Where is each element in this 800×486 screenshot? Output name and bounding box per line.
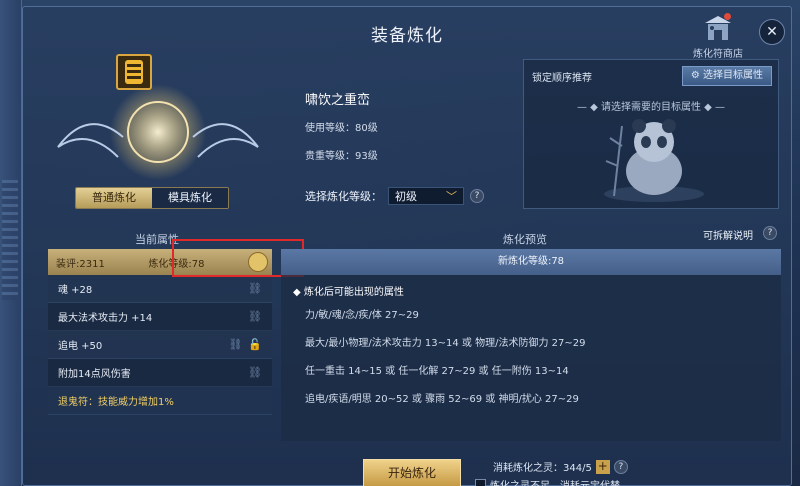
item-name: 啸饮之重峦: [305, 93, 371, 108]
attr-text: 退鬼符：技能威力增加1%: [58, 397, 174, 408]
attr-row: 最大法术攻击力 +14 ⛓: [48, 303, 272, 331]
refine-panel: 装备炼化 炼化符商店 ✕ 普通炼化 模具炼化 啸饮之重峦 使用等级：80级 贵重…: [22, 6, 792, 486]
lock-icon[interactable]: 🔓: [248, 338, 262, 351]
shop-icon: [701, 13, 735, 43]
attr-row: 附加14点风伤害 ⛓: [48, 359, 272, 387]
item-value-level: 贵重等级：93级: [305, 151, 378, 162]
shop-label: 炼化符商店: [693, 49, 743, 60]
score-value: 装评:2311: [56, 258, 105, 270]
level-dropdown[interactable]: 初级 ﹀: [388, 187, 464, 205]
possible-attr-line: 追电/疾语/明思 20~52 或 骤雨 52~69 或 神明/扰心 27~29: [305, 394, 579, 405]
chevron-down-icon: ﹀: [446, 190, 457, 203]
attr-row: 魂 +28 ⛓: [48, 275, 272, 303]
add-icon[interactable]: +: [595, 459, 610, 474]
start-refine-button[interactable]: 开始炼化: [363, 459, 461, 486]
explain-link[interactable]: 可拆解说明: [703, 227, 753, 242]
explain-help-icon[interactable]: ?: [763, 226, 777, 240]
target-attribute-box: 锁定顺序推荐 ⚙ 选择目标属性 — ◆ 请选择需要的目标属性 ◆ —: [523, 59, 779, 209]
substitute-checkbox[interactable]: [475, 479, 486, 486]
refine-shop-button[interactable]: 炼化符商店: [683, 13, 753, 60]
help-icon[interactable]: ?: [470, 189, 484, 203]
attr-text: 最大法术攻击力 +14: [58, 313, 153, 324]
cost-help-icon[interactable]: ?: [613, 459, 628, 474]
page-title: 装备炼化: [371, 26, 443, 46]
possible-attr-line: 任一重击 14~15 或 任一化解 27~29 或 任一附伤 13~14: [305, 366, 569, 377]
link-icon[interactable]: ⛓: [228, 338, 242, 351]
attr-row: 追电 +50 ⛓ 🔓: [48, 331, 272, 359]
attr-row: 退鬼符：技能威力增加1%: [48, 387, 272, 415]
link-icon[interactable]: ⛓: [248, 366, 262, 379]
possible-attr-line: 力/敏/魂/念/疾/体 27~29: [305, 310, 419, 321]
item-slot[interactable]: [116, 54, 152, 90]
attr-text: 附加14点风伤害: [58, 369, 131, 380]
preview-title: 炼化预览: [503, 233, 547, 246]
equipment-icon: [125, 60, 143, 84]
edge-decoration: [2, 180, 18, 300]
close-button[interactable]: ✕: [759, 19, 785, 45]
link-icon[interactable]: ⛓: [248, 310, 262, 323]
left-edge-strip: [0, 0, 22, 486]
level-dropdown-value: 初级: [395, 190, 417, 203]
panda-illustration: [604, 119, 704, 202]
tab-normal-refine[interactable]: 普通炼化: [76, 188, 152, 208]
possible-attrs-title: ◆ 炼化后可能出现的属性: [293, 287, 404, 298]
notification-dot: [724, 13, 731, 20]
tab-mold-refine[interactable]: 模具炼化: [152, 188, 228, 208]
attr-text: 追电 +50: [58, 341, 103, 352]
emblem-ornament: [57, 84, 259, 180]
item-use-level: 使用等级：80级: [305, 123, 378, 134]
level-select-row: 选择炼化等级： 初级 ﹀ ?: [305, 187, 484, 205]
level-select-label: 选择炼化等级：: [305, 190, 382, 203]
target-gear-icon: ⚙: [690, 70, 703, 81]
preview-attributes: 新炼化等级:78 ◆ 炼化后可能出现的属性 力/敏/魂/念/疾/体 27~29 …: [281, 249, 781, 441]
select-target-label: 选择目标属性: [703, 70, 763, 81]
substitute-row: 炼化之灵不足，消耗元宝代替: [475, 477, 620, 486]
mode-tabs: 普通炼化 模具炼化: [75, 187, 229, 209]
attr-text: 魂 +28: [58, 285, 93, 296]
cost-text: 消耗炼化之灵：344/5: [493, 463, 592, 474]
lock-order-label: 锁定顺序推荐: [532, 72, 592, 84]
select-target-button[interactable]: ⚙ 选择目标属性: [681, 66, 772, 86]
possible-attr-line: 最大/最小物理/法术攻击力 13~14 或 物理/法术防御力 27~29: [305, 338, 586, 349]
link-icon[interactable]: ⛓: [248, 282, 262, 295]
substitute-label: 炼化之灵不足，消耗元宝代替: [490, 477, 620, 486]
cost-row: 消耗炼化之灵：344/5 + ?: [493, 459, 628, 474]
current-attributes: 装评:2311 炼化等级:78 魂 +28 ⛓ 最大法术攻击力 +14 ⛓ 追电 +…: [48, 239, 304, 441]
new-refine-level: 新炼化等级:78: [281, 249, 781, 275]
